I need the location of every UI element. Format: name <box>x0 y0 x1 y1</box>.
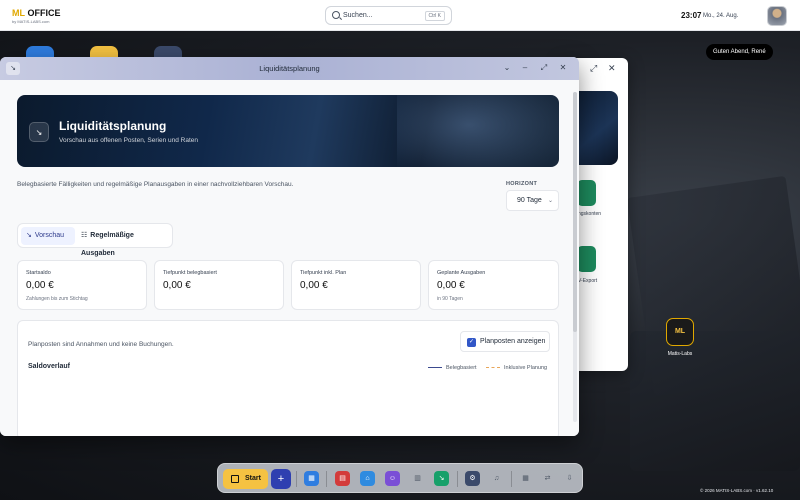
maximize-icon[interactable]: ⤢ <box>590 63 597 74</box>
bank-accounts-label: ngskonten <box>578 211 602 217</box>
csv-export-icon[interactable] <box>577 246 596 272</box>
window-titlebar[interactable]: ↘ Liquiditätsplanung ⌄ – ⤢ ✕ <box>0 57 579 80</box>
search-shortcut: Ctrl K <box>424 11 445 21</box>
start-button[interactable]: Start <box>223 469 268 489</box>
avatar[interactable] <box>767 6 787 26</box>
dock-separator <box>457 471 458 487</box>
window-title: Liquiditätsplanung <box>259 64 320 73</box>
search-input[interactable]: Suchen... Ctrl K <box>325 6 452 25</box>
calendar-icon[interactable]: ▦ <box>304 471 319 486</box>
logo-mark: ML <box>12 8 25 18</box>
horizon-value: 90 Tage <box>517 197 542 204</box>
card-value: 0,00 € <box>437 280 465 291</box>
home-icon[interactable]: ⌂ <box>360 471 375 486</box>
chevron-down-icon[interactable]: ⌄ <box>501 62 513 74</box>
taskbar-dock: Start + ▦ ▤ ⌂ ☺ ▥ ↘ ⚙ ♫ ▦ ⇄ ⇩ <box>217 463 583 493</box>
card-label: Geplante Ausgaben <box>437 270 486 276</box>
card-subtext: Zahlungen bis zum Stichtag <box>26 296 88 302</box>
horizon-label: HORIZONT <box>506 181 538 187</box>
app-logo[interactable]: ML OFFICE by MATIS-LABS.com <box>12 8 61 24</box>
hero-banner: ↘ Liquiditätsplanung Vorschau aus offene… <box>17 95 559 167</box>
logo-subtitle: by MATIS-LABS.com <box>12 19 50 24</box>
dock-separator <box>326 471 327 487</box>
trash-icon[interactable]: ▥ <box>410 471 425 486</box>
liquidity-icon[interactable]: ↘ <box>434 471 449 486</box>
maximize-button[interactable]: ⤢ <box>538 62 550 74</box>
hero-image <box>397 95 559 167</box>
card-subtext: in 90 Tagen <box>437 296 463 302</box>
start-label: Start <box>245 475 261 482</box>
window-content: ↘ Liquiditätsplanung Vorschau aus offene… <box>0 80 579 436</box>
view-tabs: ↘ Vorschau ☷ Regelmäßige Ausgaben <box>17 223 173 257</box>
footer-version: © 2026 MATIS-LABS.com · v1.62.10 <box>700 488 774 493</box>
card-label: Startsaldo <box>26 270 51 276</box>
bank-accounts-icon[interactable] <box>577 180 596 206</box>
card-value: 0,00 € <box>300 280 328 291</box>
legend-label: Inklusive Planung <box>504 365 548 371</box>
legend-line-solid <box>428 367 442 369</box>
show-plan-checkbox[interactable]: ✓ Planposten anzeigen <box>460 331 550 352</box>
legend-label: Belegbasiert <box>446 365 477 371</box>
clock-time: 23:07 <box>681 11 702 20</box>
download-icon[interactable]: ⇩ <box>562 471 577 486</box>
grid-icon <box>231 475 239 483</box>
plan-disclaimer: Planposten sind Annahmen und keine Buchu… <box>28 341 174 348</box>
bell-icon[interactable]: ♫ <box>489 471 504 486</box>
tab-preview[interactable]: ↘ Vorschau <box>21 227 75 245</box>
chart-title: Saldoverlauf <box>28 363 71 370</box>
minimize-button[interactable]: – <box>519 62 531 74</box>
matis-labs-label: Matis-Labs <box>667 351 693 357</box>
close-button[interactable]: ✕ <box>557 62 569 74</box>
chevron-down-icon: ⌄ <box>547 198 553 204</box>
tab-preview-label: Vorschau <box>34 232 65 239</box>
hero-subtitle: Vorschau aus offenen Posten, Serien und … <box>59 137 199 144</box>
matis-labs-icon[interactable]: ML <box>666 318 694 346</box>
dock-separator <box>296 471 297 487</box>
card-value: 0,00 € <box>26 280 54 291</box>
card-low-point-documents: Tiefpunkt belegbasiert 0,00 € <box>154 260 284 310</box>
forecast-panel: Planposten sind Annahmen und keine Buchu… <box>17 320 559 436</box>
checkbox-checked-icon: ✓ <box>467 338 476 347</box>
people-icon[interactable]: ☺ <box>385 471 400 486</box>
trend-down-icon: ↘ <box>29 122 49 142</box>
top-bar: ML OFFICE by MATIS-LABS.com Suchen... Ct… <box>0 0 800 31</box>
liquidity-window: ↘ Liquiditätsplanung ⌄ – ⤢ ✕ ↘ Liquiditä… <box>0 57 579 436</box>
legend-item-documents: Belegbasiert <box>428 365 477 371</box>
clock-date: Mo., 24. Aug. <box>703 13 739 19</box>
search-placeholder: Suchen... <box>343 12 373 19</box>
list-icon: ☷ <box>81 232 88 239</box>
show-plan-label: Planposten anzeigen <box>480 338 546 345</box>
card-planned-expenses: Geplante Ausgaben 0,00 € in 90 Tagen <box>428 260 559 310</box>
close-icon[interactable]: ✕ <box>608 63 616 74</box>
horizon-select[interactable]: 90 Tage ⌄ <box>506 190 559 211</box>
add-button[interactable]: + <box>271 469 291 489</box>
card-start-balance: Startsaldo 0,00 € Zahlungen bis zum Stic… <box>17 260 147 310</box>
legend-line-dashed <box>486 367 500 369</box>
logo-text: OFFICE <box>25 8 61 18</box>
card-label: Tiefpunkt belegbasiert <box>163 270 217 276</box>
page-description: Belegbasierte Fälligkeiten und regelmäßi… <box>17 181 294 188</box>
legend-item-plan: Inklusive Planung <box>486 365 547 371</box>
tab-recurring-expenses[interactable]: ☷ Regelmäßige Ausgaben <box>76 227 172 257</box>
grid-icon[interactable]: ▦ <box>518 471 533 486</box>
hero-title: Liquiditätsplanung <box>59 119 167 133</box>
scrollbar-thumb[interactable] <box>573 92 577 332</box>
pdf-icon[interactable]: ▤ <box>335 471 350 486</box>
desktop-wallpaper-notebook-2 <box>630 331 800 471</box>
card-low-point-plan: Tiefpunkt inkl. Plan 0,00 € <box>291 260 421 310</box>
greeting-badge: Guten Abend, René <box>706 44 773 60</box>
settings-icon[interactable]: ⚙ <box>465 471 480 486</box>
search-icon <box>332 11 340 19</box>
card-label: Tiefpunkt inkl. Plan <box>300 270 347 276</box>
csv-export-label: V-Export <box>578 278 598 284</box>
trend-icon: ↘ <box>26 232 32 239</box>
tab-recurring-label: Regelmäßige Ausgaben <box>81 232 134 257</box>
scrollbar[interactable] <box>573 92 577 422</box>
swap-icon[interactable]: ⇄ <box>540 471 555 486</box>
dock-separator <box>511 471 512 487</box>
card-value: 0,00 € <box>163 280 191 291</box>
